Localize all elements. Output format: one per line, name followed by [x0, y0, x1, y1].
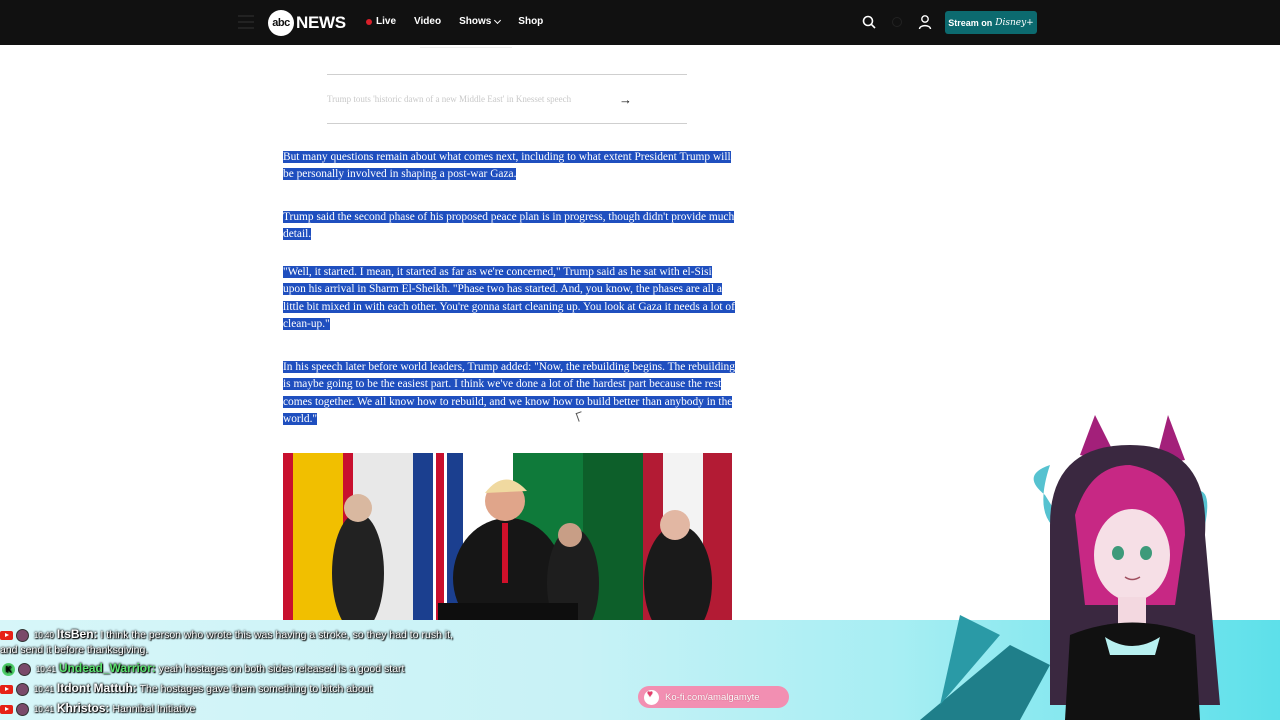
- chat-text: yeah hostages on both sides released is …: [158, 663, 405, 675]
- avatar: [16, 682, 29, 696]
- chat-message: K 10:41 Undead_Warrior: yeah hostages on…: [0, 661, 404, 677]
- kofi-badge: Ko-fi.com/amalgamyte: [638, 686, 789, 708]
- chat-message-continuation: and send it before thanksgiving.: [0, 643, 148, 658]
- chat-text: Hannibal Initiative: [112, 703, 196, 715]
- article-paragraph: In his speech later before world leaders…: [283, 359, 735, 429]
- top-navigation: abc NEWS Live Video Shows Shop Stream on…: [0, 0, 1280, 45]
- chat-username: Itdont Mattuh:: [56, 681, 137, 695]
- disney-plus-logo: Disney+: [995, 17, 1034, 28]
- nav-live[interactable]: Live: [366, 16, 396, 27]
- chat-username: ItsBen:: [56, 627, 98, 641]
- chat-message: 10:40 ItsBen: I think the person who wro…: [0, 627, 453, 643]
- paragraph-text: Trump said the second phase of his propo…: [283, 211, 735, 241]
- nav-shows[interactable]: Shows: [459, 16, 502, 27]
- divider: [420, 47, 512, 48]
- nav-video-label: Video: [414, 16, 442, 27]
- related-article-title: Trump touts 'historic dawn of a new Midd…: [327, 94, 572, 104]
- nav-live-label: Live: [376, 16, 397, 27]
- article-paragraph: "Well, it started. I mean, it started as…: [283, 264, 735, 334]
- live-chat: 10:40 ItsBen: I think the person who wro…: [0, 622, 560, 720]
- chat-username: Khristos:: [56, 701, 110, 715]
- live-dot-icon: [366, 18, 372, 25]
- nav-shows-label: Shows: [459, 16, 492, 27]
- chat-username: Undead_Warrior:: [58, 661, 156, 675]
- kofi-label: Ko-fi.com/amalgamyte: [665, 691, 760, 703]
- photo-illustration: [283, 453, 732, 620]
- kofi-heart-icon: [644, 689, 659, 705]
- notification-icon[interactable]: [892, 17, 902, 27]
- nav-video[interactable]: Video: [414, 16, 441, 27]
- youtube-icon: [0, 704, 13, 714]
- paragraph-text: "Well, it started. I mean, it started as…: [283, 266, 735, 331]
- avatar: [18, 662, 31, 676]
- article-photo: [283, 453, 732, 620]
- avatar: [16, 702, 29, 716]
- menu-icon[interactable]: [238, 15, 254, 29]
- youtube-icon: [0, 630, 13, 640]
- nav-shop[interactable]: Shop: [518, 16, 543, 27]
- logo-text: NEWS: [296, 13, 346, 32]
- article-paragraph: Trump said the second phase of his propo…: [283, 209, 735, 244]
- avatar: [16, 628, 29, 642]
- chat-message: 10:41 Itdont Mattuh: The hostages gave t…: [0, 681, 372, 697]
- paragraph-text: In his speech later before world leaders…: [283, 361, 735, 426]
- paragraph-text: But many questions remain about what com…: [283, 151, 731, 181]
- chat-timestamp: 10:41: [35, 664, 56, 674]
- article-paragraph: But many questions remain about what com…: [283, 149, 735, 184]
- nav-shop-label: Shop: [518, 16, 544, 27]
- stream-on-disney-button[interactable]: Stream on Disney+: [945, 11, 1037, 34]
- related-article-link[interactable]: Trump touts 'historic dawn of a new Midd…: [327, 74, 687, 124]
- youtube-icon: [0, 684, 13, 694]
- search-icon[interactable]: [862, 15, 876, 29]
- arrow-right-icon: →: [619, 91, 632, 107]
- abc-news-logo[interactable]: abc NEWS: [268, 10, 346, 36]
- user-icon[interactable]: [918, 14, 932, 30]
- logo-mark: abc: [268, 10, 294, 36]
- chat-timestamp: 10:41: [33, 684, 54, 694]
- stream-label: Stream on: [948, 17, 993, 28]
- kick-icon: K: [2, 662, 15, 676]
- chevron-down-icon: [494, 16, 502, 24]
- chat-timestamp: 10:40: [33, 630, 54, 640]
- nav-links: Live Video Shows Shop: [366, 16, 543, 27]
- chat-text: The hostages gave them something to bitc…: [139, 683, 373, 695]
- chat-text: and send it before thanksgiving.: [0, 644, 149, 656]
- chat-message: 10:41 Khristos: Hannibal Initiative: [0, 701, 195, 717]
- chat-text: I think the person who wrote this was ha…: [100, 629, 453, 641]
- chat-timestamp: 10:41: [33, 704, 54, 714]
- vtuber-avatar: [920, 415, 1220, 720]
